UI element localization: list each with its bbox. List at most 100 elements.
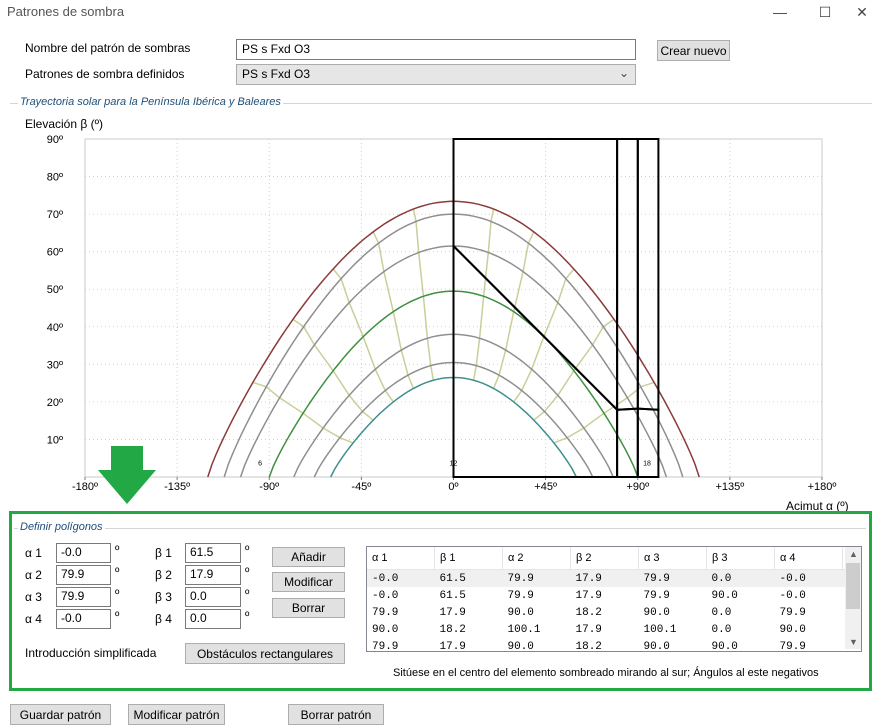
add-button[interactable]: Añadir	[272, 547, 345, 567]
scroll-up-icon[interactable]: ▲	[849, 549, 858, 559]
table-header-cell[interactable]: α 1	[367, 547, 435, 570]
y-tick-label: 20º	[47, 397, 63, 409]
scroll-down-icon[interactable]: ▼	[849, 637, 858, 647]
table-cell: 17.9	[575, 589, 602, 602]
table-header-cell[interactable]: α 4	[774, 547, 843, 570]
table-row[interactable]: -0.061.579.917.979.990.0-0.090.0	[367, 587, 861, 604]
table-cell: -0.0	[367, 569, 435, 587]
table-cell: 79.9	[372, 640, 399, 652]
table-header-cell[interactable]: β 1	[434, 547, 503, 570]
alpha-3-input[interactable]: 79.9	[56, 587, 111, 607]
alpha-1-degree: º	[115, 543, 120, 557]
delete-button[interactable]: Borrar	[272, 598, 345, 618]
table-cell: 18.2	[439, 623, 466, 636]
modify-pattern-button[interactable]: Modificar patrón	[128, 704, 225, 725]
table-cell: 0.0	[711, 606, 732, 619]
table-cell: 61.5	[439, 589, 466, 602]
x-tick-label: -90º	[259, 481, 279, 493]
beta-3-label: β 3	[155, 590, 172, 604]
beta-2-degree: º	[245, 565, 250, 579]
table-cell: 90.0	[711, 589, 738, 602]
arrow-down-icon	[98, 446, 156, 504]
table-cell: 0.0	[711, 623, 732, 636]
x-tick-label: -45º	[351, 481, 371, 493]
alpha-4-degree: º	[115, 609, 120, 623]
table-cell: 18.2	[575, 640, 602, 652]
beta-2-input[interactable]: 17.9	[185, 565, 241, 585]
delete-pattern-button[interactable]: Borrar patrón	[288, 704, 384, 725]
table-cell: 17.9	[575, 623, 602, 636]
simplified-entry-label: Introducción simplificada	[25, 646, 157, 660]
alpha-3-label: α 3	[25, 590, 42, 604]
polygon-group-title: Definir polígonos	[18, 521, 105, 533]
alpha-4-label: α 4	[25, 612, 42, 626]
beta-4-degree: º	[245, 609, 250, 623]
alpha-2-degree: º	[115, 565, 120, 579]
table-cell: -0.0	[779, 589, 806, 602]
table-cell: 17.9	[439, 606, 466, 619]
alpha-1-input[interactable]: -0.0	[56, 543, 111, 563]
table-cell: 79.9	[638, 569, 707, 587]
table-row[interactable]: 79.917.990.018.290.090.079.990.0	[367, 638, 861, 652]
x-tick-label: -135º	[164, 481, 190, 493]
table-scrollbar[interactable]: ▲ ▼	[845, 547, 861, 649]
table-header-cell[interactable]: β 2	[570, 547, 639, 570]
alpha-3-degree: º	[115, 587, 120, 601]
scrollbar-thumb[interactable]	[846, 563, 860, 609]
y-tick-label: 80º	[47, 172, 63, 184]
sun-path-chart: -180º -135º -90º -45º 0º +45º +90º +135º +180º 10…	[47, 134, 837, 493]
table-header-cell[interactable]: α 2	[502, 547, 571, 570]
table-cell: 79.9	[507, 589, 534, 602]
alpha-4-input[interactable]: -0.0	[56, 609, 111, 629]
table-cell: 90.0	[643, 606, 670, 619]
polygon-group-frame	[14, 528, 866, 529]
hour-mark-label: 18	[643, 461, 651, 468]
beta-4-label: β 4	[155, 612, 172, 626]
table-cell: 100.1	[507, 623, 541, 636]
orientation-note: Sitúese en el centro del elemento sombre…	[393, 667, 819, 679]
table-cell: 90.0	[779, 623, 806, 636]
table-cell: -0.0	[372, 589, 399, 602]
x-tick-label: +45º	[534, 481, 557, 493]
x-tick-label: +180º	[808, 481, 837, 493]
table-header-cell[interactable]: α 3	[638, 547, 707, 570]
rectangular-obstacles-button[interactable]: Obstáculos rectangulares	[185, 643, 345, 664]
y-tick-label: 40º	[47, 322, 63, 334]
table-cell: 79.9	[372, 606, 399, 619]
modify-button[interactable]: Modificar	[272, 572, 345, 592]
y-tick-label: 50º	[47, 284, 63, 296]
beta-2-label: β 2	[155, 568, 172, 582]
y-tick-label: 90º	[47, 134, 63, 146]
x-tick-label: +90º	[626, 481, 649, 493]
beta-3-input[interactable]: 0.0	[185, 587, 241, 607]
beta-1-label: β 1	[155, 546, 172, 560]
table-cell: 90.0	[711, 640, 738, 652]
table-cell: 79.9	[779, 606, 806, 619]
table-row[interactable]: -0.061.579.917.979.90.0-0.00.0	[367, 569, 861, 587]
table-header-cell[interactable]: β 3	[706, 547, 775, 570]
table-cell: 90.0	[507, 640, 534, 652]
table-cell: 79.9	[779, 640, 806, 652]
alpha-2-label: α 2	[25, 568, 42, 582]
y-tick-label: 30º	[47, 359, 63, 371]
table-cell: 90.0	[643, 640, 670, 652]
beta-1-degree: º	[245, 543, 250, 557]
table-row[interactable]: 90.018.2100.117.9100.10.090.00.0	[367, 621, 861, 638]
table-cell: 0.0	[706, 569, 775, 587]
table-cell: 90.0	[372, 623, 399, 636]
table-cell: 90.0	[507, 606, 534, 619]
y-tick-label: 60º	[47, 247, 63, 259]
polygon-table-grid: α 1β 1α 2β 2α 3β 3α 4β 4 -0.061.579.917.…	[367, 547, 861, 652]
alpha-2-input[interactable]: 79.9	[56, 565, 111, 585]
polygon-table[interactable]: α 1β 1α 2β 2α 3β 3α 4β 4 -0.061.579.917.…	[366, 546, 862, 652]
beta-1-input[interactable]: 61.5	[185, 543, 241, 563]
x-tick-label: 0º	[448, 481, 458, 493]
hour-mark-label: 6	[258, 461, 262, 468]
table-cell: -0.0	[774, 569, 843, 587]
save-pattern-button[interactable]: Guardar patrón	[10, 704, 111, 725]
y-tick-label: 10º	[47, 434, 63, 446]
table-row[interactable]: 79.917.990.018.290.00.079.90.0	[367, 604, 861, 621]
beta-4-input[interactable]: 0.0	[185, 609, 241, 629]
y-tick-label: 70º	[47, 209, 63, 221]
table-cell: 100.1	[643, 623, 677, 636]
